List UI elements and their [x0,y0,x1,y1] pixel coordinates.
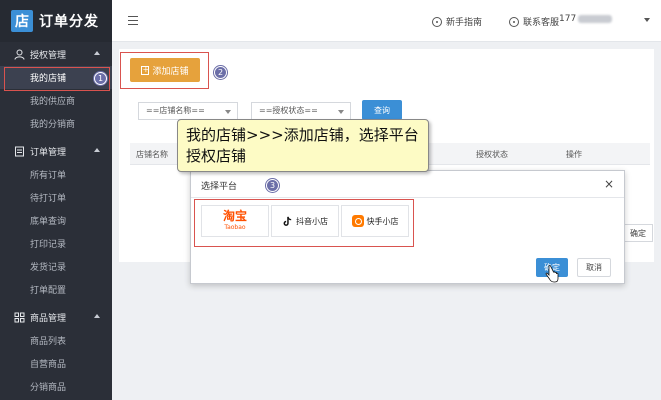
top-header: 新手指南 联系客服 177 [112,0,661,42]
sidebar-item-product-list[interactable]: 商品列表 [0,329,112,352]
highlight-platforms [194,199,414,247]
step-badge-3: 3 [266,179,279,192]
document-icon [14,146,25,157]
sidebar: 店 订单分发 授权管理 我的店铺 我的供应商 我的分销商 订单管理 所有订单 待… [0,0,112,400]
logo: 店 订单分发 [0,0,112,42]
sidebar-item-all-orders[interactable]: 所有订单 [0,163,112,186]
sidebar-item-suppliers[interactable]: 我的供应商 [0,89,112,112]
query-button[interactable]: 查询 [362,100,402,120]
user-account[interactable]: 177 [559,14,613,24]
modal-title: 选择平台 [201,182,238,192]
sidebar-item-own-products[interactable]: 自营商品 [0,352,112,375]
instruction-tooltip: 我的店铺>>>添加店铺，选择平台授权店铺 [177,119,429,172]
step-badge-1: 1 [94,72,107,85]
grid-icon [14,312,25,323]
highlight-add-shop [120,52,209,89]
mouse-pointer-icon [545,265,559,283]
caret-up-icon [94,148,100,152]
user-phone-redacted [578,14,613,23]
support-label: 联系客服 [523,18,560,28]
user-icon [14,49,25,60]
logo-icon: 店 [11,10,33,32]
shop-name-select[interactable]: ==店铺名称== [138,102,238,120]
support-link[interactable]: 联系客服 [509,15,559,28]
sidebar-section-label: 授权管理 [30,50,67,61]
column-shop-name: 店铺名称 [136,150,168,159]
sidebar-item-pending-print[interactable]: 待打订单 [0,186,112,209]
close-icon[interactable]: × [604,177,614,191]
sidebar-section-products[interactable]: 商品管理 [0,305,112,329]
compass-icon [432,16,442,27]
sidebar-item-print-records[interactable]: 打印记录 [0,232,112,255]
column-actions: 操作 [566,150,582,159]
sidebar-section-orders[interactable]: 订单管理 [0,139,112,163]
step-badge-2: 2 [214,66,227,79]
menu-toggle-icon[interactable] [128,16,138,25]
sidebar-section-auth[interactable]: 授权管理 [0,42,112,66]
user-phone-prefix: 177 [559,14,577,24]
auth-status-select[interactable]: ==授权状态== [251,102,351,120]
chat-icon [509,16,519,27]
chevron-down-icon[interactable] [644,18,650,22]
sidebar-section-label: 商品管理 [30,313,67,324]
caret-up-icon [94,51,100,55]
sidebar-section-label: 订单管理 [30,147,67,158]
sidebar-item-shipping-records[interactable]: 发货记录 [0,255,112,278]
guide-link[interactable]: 新手指南 [432,15,482,28]
app-title: 订单分发 [39,14,99,30]
background-confirm-button[interactable]: 确定 [623,224,653,242]
modal-header: 选择平台 × [191,171,624,198]
sidebar-item-waybill-query[interactable]: 底单查询 [0,209,112,232]
sidebar-item-distribution-products[interactable]: 分销商品 [0,375,112,398]
guide-label: 新手指南 [446,18,483,28]
column-auth-status: 授权状态 [476,150,508,159]
modal-cancel-button[interactable]: 取消 [577,258,611,277]
sidebar-item-distributors[interactable]: 我的分销商 [0,112,112,135]
sidebar-item-print-config[interactable]: 打单配置 [0,278,112,301]
caret-up-icon [94,314,100,318]
